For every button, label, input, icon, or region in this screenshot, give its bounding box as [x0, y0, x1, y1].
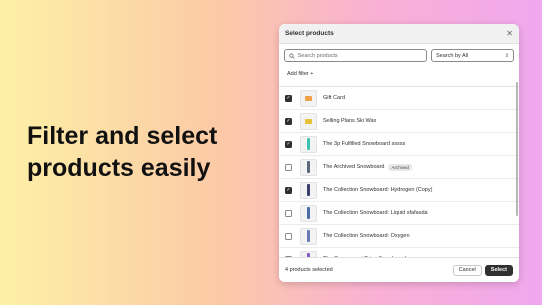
product-name: Gift Card [323, 95, 346, 101]
search-by-value: All [462, 52, 469, 59]
product-thumbnail [300, 158, 317, 176]
product-image-icon [307, 230, 310, 242]
search-by-select[interactable]: Search by All ⇕ [431, 49, 514, 62]
modal-title: Select products [285, 30, 334, 37]
product-row[interactable]: The Collection Snowboard: Oxygen [279, 225, 519, 248]
product-image-icon [305, 118, 312, 124]
list-scrollbar[interactable] [516, 82, 518, 216]
product-row[interactable]: The Collection Snowboard: Liquid sfafasd… [279, 202, 519, 225]
product-checkbox[interactable]: ✓ [285, 117, 292, 125]
close-icon[interactable]: ✕ [506, 29, 513, 38]
product-image-icon [307, 184, 310, 196]
status-badge: Archived [388, 163, 412, 171]
search-input[interactable] [297, 52, 422, 59]
product-checkbox[interactable] [285, 209, 292, 217]
selected-count: 4 products selected [285, 267, 333, 273]
product-row[interactable]: The Archived Snowboard Archived [279, 156, 519, 179]
product-thumbnail [300, 112, 317, 130]
product-image-icon [307, 138, 310, 150]
product-thumbnail [300, 135, 317, 153]
checkmark-icon: ✓ [286, 117, 291, 124]
checkmark-icon: ✓ [286, 94, 291, 101]
search-icon [289, 53, 295, 59]
product-thumbnail [300, 181, 317, 199]
product-checkbox[interactable]: ✓ [285, 186, 292, 194]
product-name: The 3p Fulfilled Snowboard sssss [323, 141, 406, 147]
checkmark-icon: ✓ [286, 186, 291, 193]
product-thumbnail [300, 204, 317, 222]
product-name: The Collection Snowboard: Liquid sfafasd… [323, 210, 428, 216]
chevron-up-down-icon: ⇕ [504, 52, 509, 59]
modal-header: Select products ✕ [279, 24, 519, 44]
modal-toolbar: Search by All ⇕ Add filter + [279, 44, 519, 80]
search-box[interactable] [284, 49, 427, 62]
product-row[interactable]: ✓ The 3p Fulfilled Snowboard sssss [279, 133, 519, 156]
product-image-icon [307, 207, 310, 219]
add-filter-button[interactable]: Add filter + [287, 71, 313, 77]
headline-line-2: products easily [27, 154, 211, 182]
search-row: Search by All ⇕ [284, 49, 514, 62]
product-row[interactable]: ✓ Gift Card [279, 87, 519, 110]
search-by-label: Search by [436, 52, 461, 59]
product-checkbox[interactable]: ✓ [285, 140, 292, 148]
product-name: Selling Plans Ski Wax [323, 118, 377, 124]
select-products-modal: Select products ✕ Search by All ⇕ Add fi… [279, 24, 519, 282]
cancel-button[interactable]: Cancel [452, 264, 482, 276]
product-checkbox[interactable] [285, 163, 292, 171]
product-thumbnail [300, 227, 317, 245]
product-row[interactable]: ✓ Selling Plans Ski Wax [279, 110, 519, 133]
product-name: The Archived Snowboard [323, 164, 385, 170]
search-by-text: Search by All [436, 53, 468, 59]
product-name: The Collection Snowboard: Oxygen [323, 233, 410, 239]
product-checkbox[interactable]: ✓ [285, 94, 292, 102]
product-list: ✓ Gift Card ✓ Selling Plans Ski Wax ✓ The 3p … [279, 86, 519, 271]
product-image-icon [305, 95, 312, 101]
select-button[interactable]: Select [484, 264, 513, 276]
product-checkbox[interactable] [285, 232, 292, 240]
product-thumbnail [300, 89, 317, 107]
product-name: The Collection Snowboard: Hydrogen (Copy… [323, 187, 433, 193]
product-row[interactable]: ✓ The Collection Snowboard: Hydrogen (Cop… [279, 179, 519, 202]
modal-footer: 4 products selected Cancel Select [279, 257, 519, 282]
product-image-icon [307, 161, 310, 173]
headline: Filter and select products easily [27, 120, 267, 184]
footer-buttons: Cancel Select [452, 264, 513, 276]
headline-line-1: Filter and select [27, 122, 218, 150]
checkmark-icon: ✓ [286, 140, 291, 147]
